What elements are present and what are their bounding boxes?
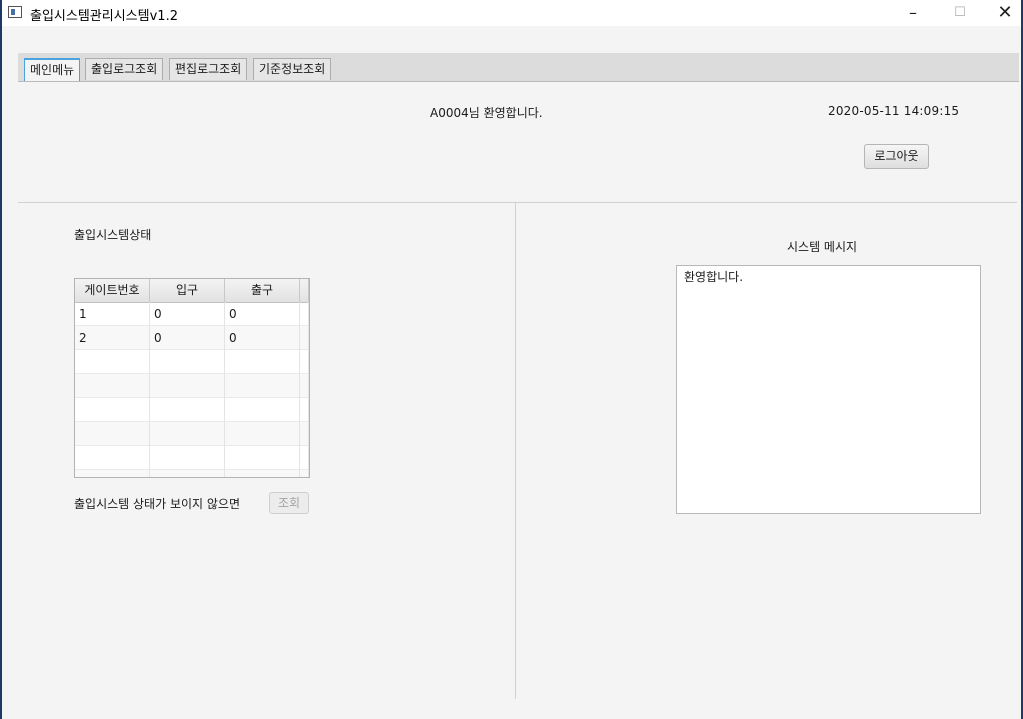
empty-cell — [150, 374, 225, 398]
table-row[interactable]: 1 0 0 — [75, 302, 309, 326]
maximize-button[interactable]: ☐ — [937, 0, 983, 26]
empty-cell — [225, 374, 300, 398]
datetime-display: 2020-05-11 14:09:15 — [828, 104, 960, 118]
column-header-exit[interactable]: 출구 — [225, 279, 300, 302]
tab-reference-info[interactable]: 기준정보조회 — [253, 58, 332, 80]
empty-cell — [300, 422, 309, 446]
empty-cell — [225, 350, 300, 374]
tab-access-log[interactable]: 출입로그조회 — [85, 58, 164, 80]
empty-cell — [225, 446, 300, 470]
tab-main-menu[interactable]: 메인메뉴 — [24, 58, 81, 81]
empty-table-row — [75, 422, 309, 446]
logout-button[interactable]: 로그아웃 — [864, 144, 929, 169]
query-button[interactable]: 조회 — [269, 492, 309, 514]
horizontal-divider — [18, 202, 1017, 203]
table-header: 게이트번호 입구 출구 — [75, 279, 309, 303]
minimize-button[interactable]: – — [890, 0, 936, 26]
empty-cell — [150, 422, 225, 446]
close-button[interactable]: ✕ — [982, 0, 1021, 26]
cell-filler — [300, 326, 309, 350]
empty-cell — [75, 446, 150, 470]
empty-cell — [75, 374, 150, 398]
status-panel-title: 출입시스템상태 — [74, 228, 152, 242]
empty-cell — [225, 422, 300, 446]
empty-cell — [225, 470, 300, 477]
cell-gate-number: 1 — [75, 302, 150, 326]
vertical-divider — [515, 203, 516, 699]
empty-cell — [150, 470, 225, 477]
empty-cell — [75, 350, 150, 374]
empty-table-row — [75, 374, 309, 398]
cell-entrance: 0 — [150, 302, 225, 326]
empty-table-row — [75, 398, 309, 422]
empty-cell — [225, 398, 300, 422]
cell-exit: 0 — [225, 326, 300, 350]
empty-cell — [300, 470, 309, 477]
empty-cell — [75, 422, 150, 446]
table-row[interactable]: 2 0 0 — [75, 326, 309, 350]
empty-cell — [300, 374, 309, 398]
cell-filler — [300, 302, 309, 326]
empty-cell — [150, 350, 225, 374]
title-bar[interactable]: 출입시스템관리시스템v1.2 – ☐ ✕ — [2, 0, 1021, 26]
window-title: 출입시스템관리시스템v1.2 — [30, 9, 178, 24]
empty-table-row — [75, 470, 309, 477]
empty-table-row — [75, 446, 309, 470]
column-header-filler — [300, 279, 309, 302]
gate-status-table[interactable]: 게이트번호 입구 출구 1 0 0 2 0 0 — [74, 278, 310, 478]
column-header-entrance[interactable]: 입구 — [150, 279, 225, 302]
cell-gate-number: 2 — [75, 326, 150, 350]
app-window: 출입시스템관리시스템v1.2 – ☐ ✕ 메인메뉴 출입로그조회 편집로그조회 … — [2, 0, 1021, 719]
cell-entrance: 0 — [150, 326, 225, 350]
status-hint-text: 출입시스템 상태가 보이지 않으면 — [74, 497, 241, 511]
empty-cell — [300, 446, 309, 470]
welcome-message: A0004님 환영합니다. — [430, 106, 543, 120]
tab-bar: 메인메뉴 출입로그조회 편집로그조회 기준정보조회 — [18, 53, 1019, 82]
empty-cell — [150, 446, 225, 470]
empty-cell — [300, 398, 309, 422]
empty-cell — [75, 398, 150, 422]
cell-exit: 0 — [225, 302, 300, 326]
column-header-gate-number[interactable]: 게이트번호 — [75, 279, 150, 302]
app-icon — [8, 6, 22, 18]
empty-cell — [300, 350, 309, 374]
empty-cell — [150, 398, 225, 422]
system-message-textarea[interactable]: 환영합니다. — [676, 265, 981, 514]
tab-edit-log[interactable]: 편집로그조회 — [169, 58, 248, 80]
empty-cell — [75, 470, 150, 477]
empty-table-row — [75, 350, 309, 374]
system-message-title: 시스템 메시지 — [787, 240, 858, 254]
